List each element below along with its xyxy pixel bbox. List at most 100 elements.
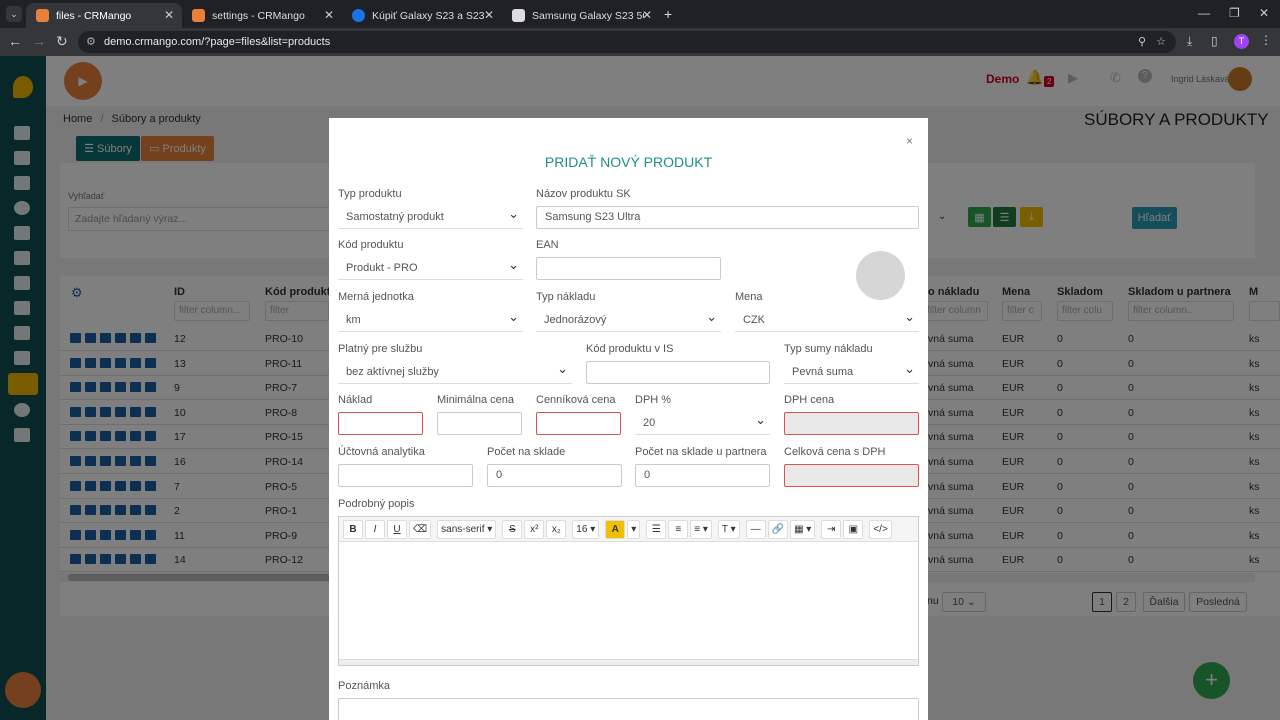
side-panel-icon[interactable]: ▯ [1211, 34, 1218, 48]
add-product-modal: × PRIDAŤ NOVÝ PRODUKT Typ produktu Samos… [329, 118, 928, 720]
browser-tab-samsung-buy[interactable]: Kúpiť Galaxy S23 a S23 + | Cen ✕ [342, 3, 502, 28]
samsung-favicon-icon [512, 9, 525, 22]
close-tab-icon[interactable]: ✕ [484, 8, 494, 22]
note-input[interactable] [338, 698, 919, 720]
product-code-label: Kód produktu [338, 239, 404, 251]
subscript-button[interactable]: x₂ [546, 519, 567, 539]
currency-select[interactable]: CZK [735, 305, 919, 332]
product-type-label: Typ produktu [338, 188, 402, 200]
link-icon[interactable]: 🔗 [767, 519, 789, 539]
horizontal-rule-button[interactable]: — [745, 519, 766, 539]
list-price-input[interactable] [536, 412, 621, 435]
min-price-input[interactable] [437, 412, 522, 435]
cursor-click-indicator [856, 251, 905, 300]
currency-label: Mena [735, 291, 763, 303]
minimize-icon[interactable]: — [1198, 6, 1210, 20]
product-code-select[interactable]: Produkt - PRO [338, 253, 523, 280]
unordered-list-button[interactable]: ☰ [646, 519, 667, 539]
reload-icon[interactable]: ↻ [56, 33, 68, 50]
italic-button[interactable]: I [365, 519, 385, 539]
description-label: Podrobný popis [338, 498, 415, 510]
cost-type-label: Typ nákladu [536, 291, 596, 303]
tab-search-icon[interactable]: ⌄ [6, 6, 22, 22]
font-size-select[interactable]: 16 ▾ [572, 519, 600, 539]
strikethrough-button[interactable]: S [502, 519, 523, 539]
font-color-dropdown[interactable]: ▾ [627, 519, 641, 539]
editor-toolbar: B I U ⌫ sans-serif ▾ S x² x₂ 16 ▾ A ▾ ☰ … [339, 517, 918, 542]
cost-sum-type-label: Typ sumy nákladu [784, 343, 873, 355]
close-tab-icon[interactable]: ✕ [324, 8, 334, 22]
samsung-favicon-icon [352, 9, 365, 22]
product-type-select[interactable]: Samostatný produkt [338, 202, 523, 229]
browser-tab-settings[interactable]: settings - CRMango ✕ [182, 3, 342, 28]
unit-select[interactable]: km [338, 305, 523, 332]
menu-icon[interactable]: ⋮ [1260, 33, 1272, 47]
close-modal-button[interactable]: × [906, 134, 913, 148]
image-icon[interactable]: ▣ [843, 519, 864, 539]
crm-app: ▶ Demo 🔔 2 ▶ ✆ ? Ingrid Láskavá Home / S… [0, 56, 1280, 720]
site-info-icon[interactable]: ⚙ [86, 31, 96, 53]
vat-percent-select[interactable]: 20 [635, 408, 770, 435]
service-label: Platný pre službu [338, 343, 423, 355]
partner-stock-input[interactable]: 0 [635, 464, 770, 487]
indent-icon[interactable]: ⇥ [821, 519, 842, 539]
code-is-label: Kód produktu v IS [586, 343, 674, 355]
cost-input[interactable] [338, 412, 423, 435]
bold-button[interactable]: B [343, 519, 363, 539]
download-icon[interactable]: ⤓ [1187, 34, 1192, 49]
accounting-label: Účtovná analytika [338, 446, 425, 458]
close-tab-icon[interactable]: ✕ [642, 8, 652, 22]
browser-tab-bar: ⌄ files - CRMango ✕ settings - CRMango ✕… [0, 0, 1280, 28]
superscript-button[interactable]: x² [524, 519, 545, 539]
browser-tab-files[interactable]: files - CRMango ✕ [26, 3, 182, 28]
stock-label: Počet na sklade [487, 446, 566, 458]
product-name-label: Názov produktu SK [536, 188, 631, 200]
restore-icon[interactable]: ❐ [1229, 6, 1240, 20]
url-text: demo.crmango.com/?page=files&list=produc… [104, 36, 331, 48]
partner-stock-label: Počet na sklade u partnera [635, 446, 767, 458]
unit-label: Merná jednotka [338, 291, 414, 303]
font-family-select[interactable]: sans-serif ▾ [437, 519, 497, 539]
table-select[interactable]: ▦ ▾ [790, 519, 816, 539]
ean-input[interactable] [536, 257, 721, 280]
editor-resize-handle[interactable] [339, 659, 918, 665]
close-tab-icon[interactable]: ✕ [164, 8, 174, 22]
service-select[interactable]: bez aktívnej služby [338, 357, 572, 384]
modal-title: PRIDAŤ NOVÝ PRODUKT [544, 154, 713, 170]
stock-input[interactable]: 0 [487, 464, 622, 487]
description-editor[interactable]: B I U ⌫ sans-serif ▾ S x² x₂ 16 ▾ A ▾ ☰ … [338, 516, 919, 666]
cost-type-select[interactable]: Jednorázový [536, 305, 721, 332]
total-price-input [784, 464, 919, 487]
cost-label: Náklad [338, 394, 373, 406]
close-window-icon[interactable]: ✕ [1259, 6, 1269, 20]
forward-icon[interactable]: → [32, 33, 46, 49]
product-name-input[interactable]: Samsung S23 Ultra [536, 206, 919, 229]
crmango-favicon-icon [192, 9, 205, 22]
browser-tab-samsung-s23[interactable]: Samsung Galaxy S23 5G 256 GB ✕ [502, 3, 660, 28]
eraser-icon[interactable]: ⌫ [409, 519, 432, 539]
font-color-button[interactable]: A [605, 519, 626, 539]
ordered-list-button[interactable]: ≡ [668, 519, 689, 539]
tab-title: files - CRMango [56, 9, 132, 22]
accounting-input[interactable] [338, 464, 473, 487]
crmango-favicon-icon [36, 9, 49, 22]
code-view-button[interactable]: </> [869, 519, 892, 539]
address-bar[interactable]: ⚙ demo.crmango.com/?page=files&list=prod… [78, 31, 1176, 53]
underline-button[interactable]: U [387, 519, 407, 539]
align-select[interactable]: ≡ ▾ [690, 519, 712, 539]
cost-sum-type-select[interactable]: Pevná suma [784, 357, 919, 384]
vat-percent-label: DPH % [635, 394, 672, 406]
vat-price-input [784, 412, 919, 435]
bookmark-star-icon[interactable]: ☆ [1156, 31, 1166, 53]
text-style-select[interactable]: T ▾ [717, 519, 740, 539]
new-tab-button[interactable]: + [664, 6, 672, 22]
total-price-label: Celková cena s DPH [784, 446, 886, 458]
browser-toolbar: ← → ↻ ⚙ demo.crmango.com/?page=files&lis… [0, 28, 1280, 56]
zoom-icon[interactable]: ⚲ [1138, 31, 1146, 53]
tab-title: Samsung Galaxy S23 5G 256 GB [532, 9, 644, 22]
back-icon[interactable]: ← [8, 33, 22, 49]
profile-avatar[interactable]: T [1234, 34, 1249, 49]
tab-title: settings - CRMango [212, 9, 305, 22]
code-is-input[interactable] [586, 361, 770, 384]
list-price-label: Cenníková cena [536, 394, 616, 406]
